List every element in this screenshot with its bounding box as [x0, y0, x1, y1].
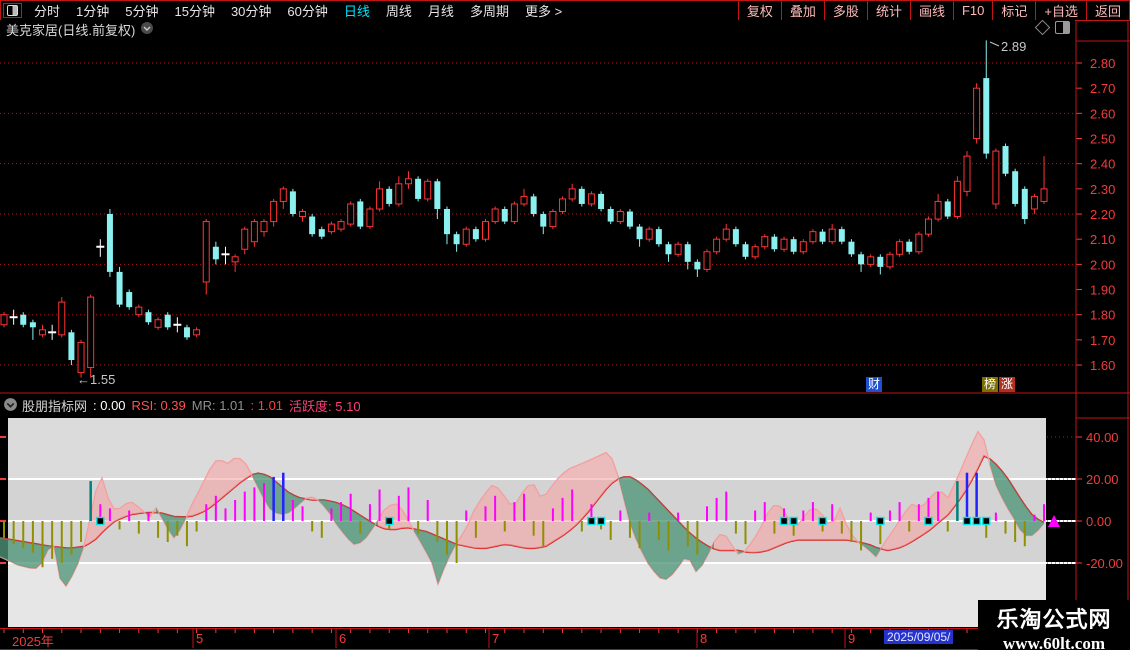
svg-text:2.20: 2.20 [1090, 207, 1115, 222]
tool-button-多股[interactable]: 多股 [823, 1, 867, 20]
svg-text:2.40: 2.40 [1090, 157, 1115, 172]
menu-item-月线[interactable]: 月线 [420, 1, 462, 20]
menu-item-多周期[interactable]: 多周期 [462, 1, 517, 20]
charts-canvas[interactable]: 40.00 20.00 0.00 -20.00 2.80 2.70 2.60 2.50 2.40… [0, 0, 1130, 650]
indicator-axis: 40.00 20.00 0.00 -20.00 [1047, 430, 1123, 571]
svg-text:1.60: 1.60 [1090, 358, 1115, 373]
app-window: 40.00 20.00 0.00 -20.00 2.80 2.70 2.60 2.50 2.40… [0, 0, 1130, 650]
month-label: 7 [492, 631, 500, 646]
month-label: 6 [339, 631, 347, 646]
menu-item-30分钟[interactable]: 30分钟 [223, 1, 279, 20]
stock-title: 美克家居(日线.前复权) [6, 23, 136, 38]
layout-toggle-button[interactable] [3, 3, 22, 18]
watermark: 乐淘公式网 www.60lt.com [978, 600, 1130, 650]
menu-item-5分钟[interactable]: 5分钟 [117, 1, 166, 20]
tool-button-复权[interactable]: 复权 [737, 1, 781, 20]
tool-button-+自选[interactable]: +自选 [1035, 1, 1086, 20]
chart-title-row: 美克家居(日线.前复权) [0, 20, 1075, 39]
split-view-icon [7, 5, 18, 16]
indicator-mr-value: MR: 1.01 [191, 398, 245, 413]
top-menu-bar: 分时 1分钟 5分钟 15分钟 30分钟 60分钟 日线 周线 月线 多周期 更多 > 复权 叠加 多股… [0, 0, 1130, 21]
indicator-name[interactable]: 股朋指标网 [22, 396, 87, 415]
svg-text:1.80: 1.80 [1090, 308, 1115, 323]
menu-item-15分钟[interactable]: 15分钟 [166, 1, 222, 20]
month-label: 5 [196, 631, 204, 646]
svg-text:-20.00: -20.00 [1086, 556, 1123, 571]
price-axis: 2.80 2.70 2.60 2.50 2.40 2.30 2.20 2.10 2.00 1.90… [1076, 56, 1115, 373]
timeframe-menu: 分时 1分钟 5分钟 15分钟 30分钟 60分钟 日线 周线 月线 多周期 更多 > [1, 1, 738, 20]
svg-text:2.70: 2.70 [1090, 81, 1115, 96]
svg-text:2.00: 2.00 [1090, 257, 1115, 272]
svg-text:40.00: 40.00 [1086, 430, 1119, 445]
svg-text:1.70: 1.70 [1090, 333, 1115, 348]
chevron-down-icon[interactable] [140, 21, 154, 38]
chart-badge-涨[interactable]: 涨 [999, 377, 1016, 392]
indicator-mr2-value: : 1.01 [250, 398, 284, 413]
svg-text:2.60: 2.60 [1090, 106, 1115, 121]
collapse-indicator-icon[interactable] [3, 397, 18, 415]
svg-text:0.00: 0.00 [1086, 514, 1111, 529]
candles-layer[interactable] [0, 40, 1048, 378]
menu-item-60分钟[interactable]: 60分钟 [279, 1, 335, 20]
tool-button-画线[interactable]: 画线 [909, 1, 953, 20]
tool-button-F10[interactable]: F10 [952, 1, 992, 20]
title-row-icons [1034, 19, 1070, 36]
svg-text:2.80: 2.80 [1090, 56, 1115, 71]
svg-text:20.00: 20.00 [1086, 472, 1119, 487]
selected-date-badge: 2025/09/05/ [884, 630, 954, 644]
menu-item-周线[interactable]: 周线 [378, 1, 420, 20]
indicator-activity-value: 活跃度: 5.10 [289, 399, 361, 414]
indicator-value: : 0.00 [93, 398, 126, 413]
time-axis: 2025年 5 6 7 8 9 2025/09/05/ [0, 628, 1130, 650]
tool-button-统计[interactable]: 统计 [866, 1, 910, 20]
menu-item-日线[interactable]: 日线 [336, 1, 378, 20]
panel-split-icon[interactable] [1055, 21, 1070, 34]
month-label: 8 [700, 631, 708, 646]
diamond-icon[interactable] [1034, 19, 1051, 36]
watermark-url: www.60lt.com [1003, 634, 1105, 650]
chart-badge-财[interactable]: 财 [866, 377, 883, 392]
indicator-rsi-value: RSI: 0.39 [131, 398, 186, 413]
svg-text:1.90: 1.90 [1090, 283, 1115, 298]
month-label: 9 [848, 631, 856, 646]
svg-text:2.50: 2.50 [1090, 132, 1115, 147]
menu-item-更多 >[interactable]: 更多 > [517, 1, 570, 20]
tool-button-返回[interactable]: 返回 [1085, 1, 1129, 20]
svg-text:2.30: 2.30 [1090, 182, 1115, 197]
svg-text:2.89: 2.89 [1001, 39, 1026, 54]
chart-badge-榜[interactable]: 榜 [982, 377, 999, 392]
watermark-site-name: 乐淘公式网 [996, 607, 1112, 632]
svg-text:2.10: 2.10 [1090, 232, 1115, 247]
year-label: 2025年 [12, 634, 54, 649]
tool-button-叠加[interactable]: 叠加 [780, 1, 824, 20]
indicator-header: 股朋指标网 : 0.00 RSI: 0.39 MR: 1.01 : 1.01 活… [0, 394, 1075, 417]
tool-button-标记[interactable]: 标记 [992, 1, 1035, 20]
menu-item-1分钟[interactable]: 1分钟 [68, 1, 117, 20]
tools-menu: 复权 叠加 多股 统计 画线 F10 标记 +自选 返回 [737, 1, 1129, 20]
menu-item-分时[interactable]: 分时 [26, 1, 68, 20]
svg-text:←1.55: ←1.55 [77, 372, 115, 387]
